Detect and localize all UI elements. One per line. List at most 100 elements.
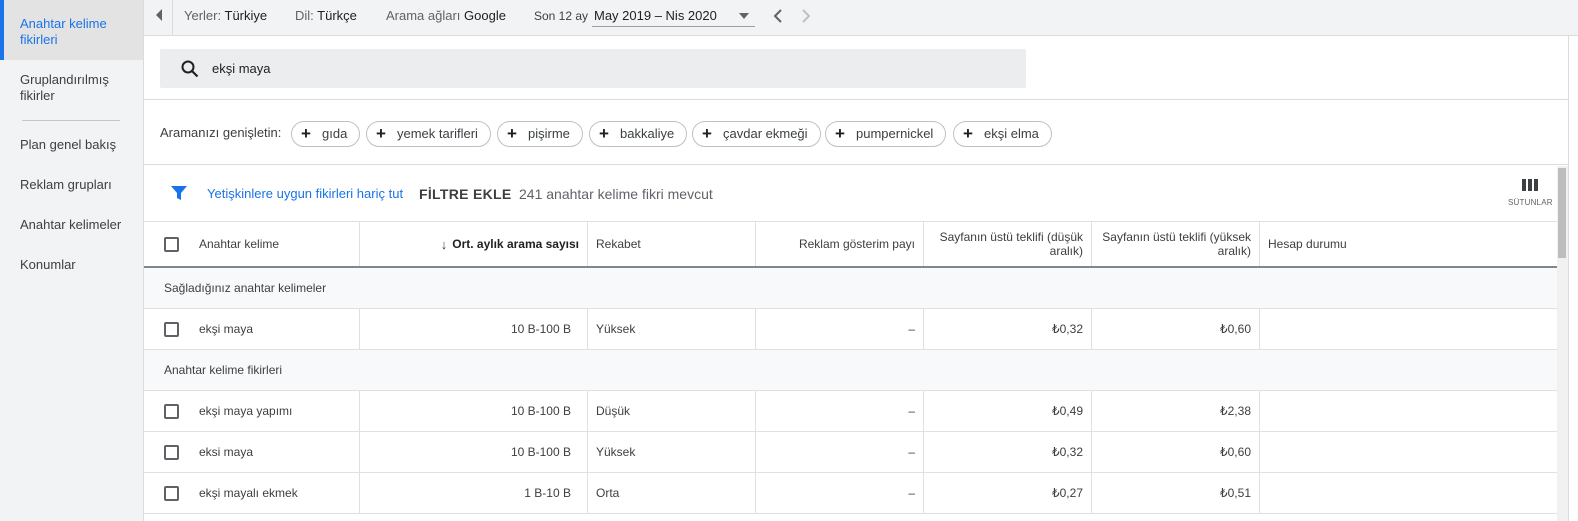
search-area: ekşi maya: [144, 36, 1568, 100]
chevron-left-icon[interactable]: [772, 9, 784, 23]
broaden-chip[interactable]: + pişirme: [497, 121, 583, 147]
row-checkbox[interactable]: [164, 321, 179, 337]
columns-icon: [1522, 179, 1538, 191]
date-range-dropdown[interactable]: May 2019 – Nis 2020: [592, 5, 755, 27]
top-bid-high-cell: ₺0,60: [1092, 432, 1260, 472]
chevron-down-icon: [739, 13, 749, 19]
searches-cell: 10 B-100 B: [360, 391, 588, 431]
share-cell: –: [756, 432, 924, 472]
top-bid-high-cell: ₺2,38: [1092, 391, 1260, 431]
chip-label: çavdar ekmeği: [723, 126, 808, 141]
status-cell: [1260, 473, 1558, 513]
search-input[interactable]: ekşi maya: [160, 49, 1026, 88]
topbar-divider: [172, 0, 173, 36]
header-account-status-label: Hesap durumu: [1268, 237, 1347, 251]
header-top-bid-low[interactable]: Sayfanın üstü teklifi (düşük aralık): [924, 222, 1092, 266]
top-bar: Yerler: Türkiye Dil: Türkçe Arama ağları…: [144, 0, 1578, 36]
header-impression-share-label: Reklam gösterim payı: [798, 237, 915, 251]
chip-label: bakkaliye: [620, 126, 675, 141]
broaden-chip[interactable]: + gıda: [291, 121, 361, 147]
plus-icon: +: [599, 124, 609, 143]
plus-icon: +: [702, 124, 712, 143]
header-competition-label: Rekabet: [596, 237, 641, 251]
sidebar-item-plan-overview[interactable]: Plan genel bakış: [0, 137, 143, 153]
chip-label: gıda: [322, 126, 348, 141]
columns-button[interactable]: SÜTUNLAR: [1508, 178, 1553, 214]
searches-cell: 1 B-10 B: [360, 473, 588, 513]
plus-icon: +: [507, 124, 517, 143]
ideas-count: 241 anahtar kelime fikri mevcut: [519, 186, 713, 202]
period-label: Son 12 ay: [534, 9, 589, 23]
table-row[interactable]: ekşi maya 10 B-100 B Yüksek – ₺0,32 ₺0,6…: [144, 309, 1558, 350]
row-checkbox[interactable]: [164, 444, 179, 460]
header-account-status[interactable]: Hesap durumu: [1260, 222, 1558, 266]
share-cell: –: [756, 309, 924, 349]
scrollbar-thumb[interactable]: [1558, 168, 1566, 258]
status-cell: [1260, 432, 1558, 472]
header-top-bid-high-label: Sayfanın üstü teklifi (yüksek aralık): [1102, 230, 1251, 258]
select-all-checkbox[interactable]: [164, 236, 179, 252]
network-filter[interactable]: Arama ağları Google: [386, 0, 506, 36]
keyword-cell: ekşi maya yapımı: [144, 391, 360, 431]
share-cell: –: [756, 473, 924, 513]
broaden-chip[interactable]: + yemek tarifleri: [366, 121, 491, 147]
header-top-bid-low-label: Sayfanın üstü teklifi (düşük aralık): [939, 230, 1083, 258]
top-bid-high-cell: ₺0,60: [1092, 309, 1260, 349]
keyword-cell: ekşi mayalı ekmek: [144, 473, 360, 513]
chip-label: pişirme: [528, 126, 570, 141]
broaden-chip[interactable]: + ekşi elma: [953, 121, 1052, 147]
searches-cell: 10 B-100 B: [360, 309, 588, 349]
broaden-chip[interactable]: + pumpernickel: [825, 121, 947, 147]
sidebar-item-grouped-ideas[interactable]: Gruplandırılmış fikirler: [0, 72, 143, 104]
columns-label: SÜTUNLAR: [1508, 198, 1553, 207]
locations-filter[interactable]: Yerler: Türkiye: [184, 0, 267, 36]
locations-value: Türkiye: [224, 8, 268, 23]
header-top-bid-high[interactable]: Sayfanın üstü teklifi (yüksek aralık): [1092, 222, 1260, 266]
header-keyword-label: Anahtar kelime: [199, 237, 280, 251]
add-filter-button[interactable]: FİLTRE EKLE: [419, 166, 511, 222]
sidebar-item-keywords[interactable]: Anahtar kelimeler: [0, 217, 143, 233]
header-keyword[interactable]: Anahtar kelime: [144, 222, 360, 266]
keyword-cell: eksi maya: [144, 432, 360, 472]
broaden-search-bar: Aramanızı genişletin: + gıda + yemek tarif…: [144, 101, 1568, 165]
keyword-cell: ekşi maya: [144, 309, 360, 349]
plus-icon: +: [835, 124, 845, 143]
table-section-row: Anahtar kelime fikirleri: [144, 350, 1558, 391]
language-value: Türkçe: [317, 8, 357, 23]
sidebar-item-keyword-ideas[interactable]: Anahtar kelime fikirleri: [0, 0, 143, 60]
language-filter[interactable]: Dil: Türkçe: [295, 0, 357, 36]
language-label: Dil:: [295, 8, 314, 23]
header-competition[interactable]: Rekabet: [588, 222, 756, 266]
top-bid-low-cell: ₺0,32: [924, 309, 1092, 349]
sidebar-divider: [22, 120, 120, 121]
keyword-text: ekşi mayalı ekmek: [199, 486, 298, 500]
table-row[interactable]: ekşi mayalı ekmek 1 B-10 B Orta – ₺0,27 …: [144, 473, 1558, 514]
header-impression-share[interactable]: Reklam gösterim payı: [756, 222, 924, 266]
broaden-chip[interactable]: + çavdar ekmeği: [692, 121, 821, 147]
chip-label: pumpernickel: [856, 126, 934, 141]
chevron-right-icon[interactable]: [800, 9, 812, 23]
date-range-value: May 2019 – Nis 2020: [594, 8, 717, 23]
row-checkbox[interactable]: [164, 485, 179, 501]
collapse-sidebar-icon[interactable]: [154, 8, 164, 22]
section-keyword-ideas: Anahtar kelime fikirleri: [164, 363, 283, 377]
keyword-text: ekşi maya yapımı: [199, 404, 293, 418]
exclude-adult-ideas-filter[interactable]: Yetişkinlere uygun fikirleri hariç tut: [207, 166, 403, 222]
section-provided-keywords: Sağladığınız anahtar kelimeler: [164, 281, 327, 295]
broaden-chip[interactable]: + bakkaliye: [589, 121, 688, 147]
table-row[interactable]: ekşi maya yapımı 10 B-100 B Düşük – ₺0,4…: [144, 391, 1558, 432]
locations-label: Yerler:: [184, 8, 222, 23]
header-avg-searches[interactable]: ↓ Ort. aylık arama sayısı: [360, 222, 588, 266]
table-row[interactable]: eksi maya 10 B-100 B Yüksek – ₺0,32 ₺0,6…: [144, 432, 1558, 473]
share-cell: –: [756, 391, 924, 431]
sidebar-item-locations[interactable]: Konumlar: [0, 257, 143, 273]
sidebar-item-ad-groups[interactable]: Reklam grupları: [0, 177, 143, 193]
chip-label: ekşi elma: [984, 126, 1039, 141]
row-checkbox[interactable]: [164, 403, 179, 419]
table-header-row: Anahtar kelime ↓ Ort. aylık arama sayısı…: [144, 222, 1558, 268]
filter-icon[interactable]: [170, 184, 188, 202]
plus-icon: +: [963, 124, 973, 143]
sort-down-icon: ↓: [440, 236, 448, 252]
chip-label: yemek tarifleri: [397, 126, 478, 141]
search-icon: [181, 60, 199, 78]
